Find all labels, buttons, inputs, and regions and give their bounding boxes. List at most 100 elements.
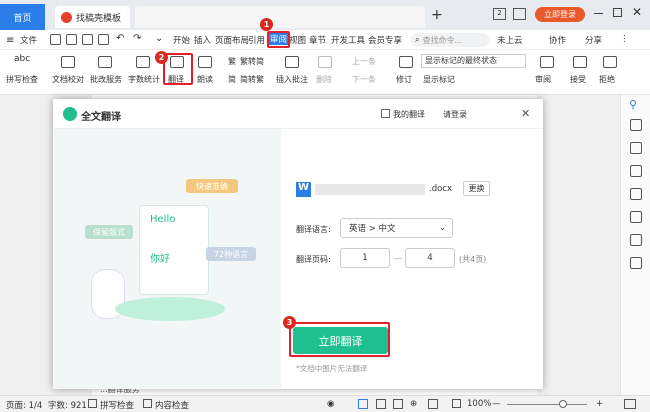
menu-start[interactable]: 开始 <box>173 34 190 46</box>
print-icon[interactable] <box>82 34 93 45</box>
word-count-button[interactable]: 字数统计 <box>128 74 160 85</box>
tools-icon[interactable] <box>630 188 642 200</box>
platform-shape <box>115 297 225 321</box>
minimize-icon[interactable] <box>594 13 603 14</box>
translation-card: Hello 你好 <box>139 205 209 295</box>
spellcheck-status[interactable]: 拼写检查 <box>100 399 134 411</box>
zoom-slider[interactable] <box>507 404 587 405</box>
word-count[interactable]: 字数: 921 <box>48 399 87 411</box>
globe-icon[interactable]: ⊕ <box>410 399 417 409</box>
more-chevron-icon[interactable]: ⌄ <box>155 33 163 44</box>
page-indicator[interactable]: 页面: 1/4 <box>6 399 42 411</box>
page-from-input[interactable]: 1 <box>340 248 390 268</box>
show-state-select[interactable]: 显示标记的最终状态 <box>421 54 526 68</box>
reject-button[interactable]: 拒绝 <box>599 74 615 85</box>
zoom-level[interactable]: 100% <box>467 399 491 409</box>
collab-button[interactable]: 协作 <box>549 34 566 46</box>
step-badge-1: 1 <box>260 18 273 31</box>
next-button[interactable]: 下一条 <box>352 74 376 85</box>
trad-to-simp-button[interactable]: 繁转简 <box>240 56 264 67</box>
cloud-status[interactable]: 未上云 <box>497 34 523 46</box>
book-icon[interactable] <box>630 257 642 269</box>
hamburger-icon[interactable]: ≡ <box>6 35 14 46</box>
menu-view[interactable]: 视图 <box>289 34 306 46</box>
login-button[interactable]: 立即登录 <box>535 7 585 22</box>
compass-icon[interactable] <box>630 234 642 246</box>
location-pin-icon[interactable]: ⚲ <box>629 98 637 111</box>
dialog-header: 全文翻译 我的翻译 请登录 ✕ <box>53 99 543 129</box>
page-to-input[interactable]: 4 <box>405 248 455 268</box>
content-check-status[interactable]: 内容检查 <box>155 399 189 411</box>
page-from-value: 1 <box>362 253 368 263</box>
reading-view-icon[interactable] <box>393 399 403 409</box>
menu-insert[interactable]: 插入 <box>194 34 211 46</box>
translate-logo-icon <box>63 107 77 121</box>
read-aloud-icon <box>198 56 212 68</box>
language-select[interactable]: 英语 > 中文 ⌄ <box>340 218 453 238</box>
new-tab-button[interactable]: + <box>431 7 443 23</box>
zoom-in-icon[interactable]: + <box>596 399 603 409</box>
undo-icon[interactable]: ↶ <box>116 33 124 44</box>
outline-view-icon[interactable] <box>376 399 386 409</box>
simp-to-trad-button[interactable]: 简转繁 <box>240 74 264 85</box>
tab-template[interactable]: 找稿壳模板 <box>55 6 130 28</box>
export-icon[interactable] <box>66 34 77 45</box>
grid-icon[interactable] <box>513 8 526 20</box>
revise-button[interactable]: 修订 <box>396 74 412 85</box>
redo-icon[interactable]: ↷ <box>133 33 141 44</box>
close-window-icon[interactable]: ✕ <box>632 5 642 19</box>
right-tool-pane: ⚲ <box>620 95 650 395</box>
spellcheck-button[interactable]: 拼写检查 <box>6 74 38 85</box>
save-icon[interactable] <box>50 34 61 45</box>
preview-icon[interactable] <box>98 34 109 45</box>
language-value: 英语 > 中文 <box>349 224 396 234</box>
trad-simp-icon: 繁 <box>228 57 236 66</box>
show-marks-button[interactable]: 显示标记 <box>423 74 455 85</box>
accept-button[interactable]: 接受 <box>570 74 586 85</box>
read-aloud-button[interactable]: 朗读 <box>197 74 213 85</box>
delete-button[interactable]: 删除 <box>316 74 332 85</box>
insert-comment-button[interactable]: 插入批注 <box>276 74 308 85</box>
cursor-icon[interactable] <box>630 165 642 177</box>
highlight-review-tab <box>267 31 290 48</box>
maximize-icon[interactable] <box>613 8 622 17</box>
share-button[interactable]: 分享 <box>585 34 602 46</box>
fullscreen-icon[interactable] <box>624 399 636 409</box>
page-view-icon[interactable] <box>358 399 368 409</box>
zoom-slider-thumb[interactable] <box>559 400 567 408</box>
prev-button[interactable]: 上一条 <box>352 56 376 67</box>
change-file-button[interactable]: 更换 <box>463 181 490 196</box>
dialog-close-icon[interactable]: ✕ <box>521 107 530 120</box>
split-view-icon[interactable] <box>428 399 438 409</box>
tab-home[interactable]: 首页 <box>0 4 45 30</box>
delete-icon <box>318 56 332 68</box>
pen-icon[interactable] <box>630 142 642 154</box>
doc-proof-button[interactable]: 文档校对 <box>52 74 84 85</box>
image-icon[interactable] <box>630 211 642 223</box>
more-menu-icon[interactable]: ⋮ <box>620 34 629 44</box>
zoom-fit-icon[interactable] <box>452 399 461 408</box>
review-pane-button[interactable]: 审阅 <box>535 74 551 85</box>
command-search[interactable]: ⌕ 查找命令... <box>411 33 489 47</box>
menu-vip[interactable]: 会员专享 <box>368 34 402 46</box>
template-logo-icon <box>61 11 72 23</box>
menu-file[interactable]: 文件 <box>20 34 37 46</box>
my-translations-link[interactable]: 我的翻译 <box>393 109 425 120</box>
dialog-login-link[interactable]: 请登录 <box>443 109 467 120</box>
show-state-value: 显示标记的最终状态 <box>425 56 497 65</box>
menu-devtools[interactable]: 开发工具 <box>331 34 365 46</box>
menu-layout[interactable]: 页面布局 <box>215 34 249 46</box>
page-to-value: 4 <box>427 253 433 263</box>
window-count-badge[interactable]: 2 <box>493 8 506 20</box>
tab-template-label: 找稿壳模板 <box>76 13 122 24</box>
eye-icon[interactable]: ◉ <box>327 399 334 409</box>
spellcheck-icon: abc <box>14 54 31 64</box>
change-file-label: 更换 <box>468 184 485 193</box>
pin-icon[interactable] <box>630 119 642 131</box>
menu-reference[interactable]: 引用 <box>248 34 265 46</box>
zoom-out-icon[interactable]: — <box>492 399 501 409</box>
tab-document[interactable] <box>135 6 425 28</box>
ribbon: abc 拼写检查 文档校对 批改服务 字数统计 翻译 朗读 繁 繁转简 简 简转… <box>0 50 650 95</box>
batch-button[interactable]: 批改服务 <box>90 74 122 85</box>
menu-chapter[interactable]: 章节 <box>309 34 326 46</box>
